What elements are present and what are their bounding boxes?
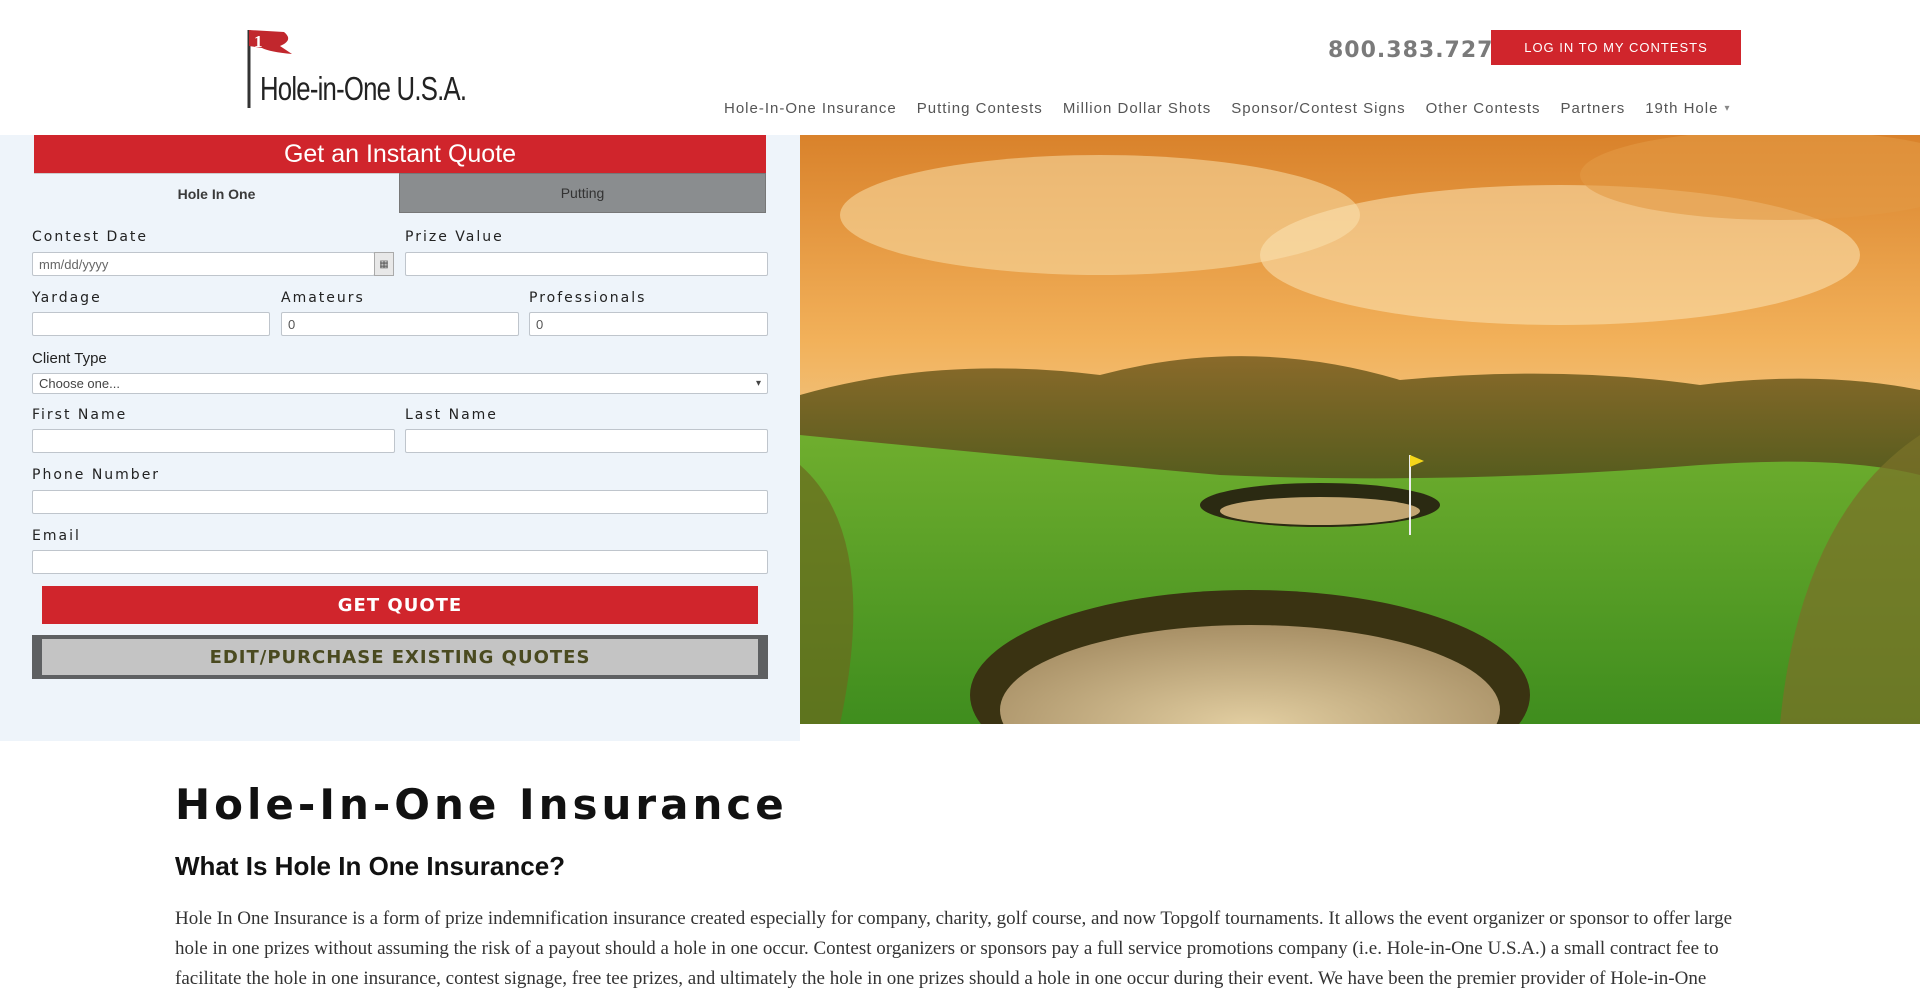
quote-panel: Get an Instant Quote Hole In One Putting… <box>0 135 800 741</box>
hero-golf-image <box>800 135 1920 724</box>
amateurs-input[interactable] <box>281 312 519 336</box>
tab-hole-in-one[interactable]: Hole In One <box>34 173 399 213</box>
first-name-input[interactable] <box>32 429 395 453</box>
email-label: Email <box>32 528 81 544</box>
client-type-selected: Choose one... <box>39 376 120 391</box>
yardage-label: Yardage <box>32 290 102 306</box>
main-nav: Hole-In-One Insurance Putting Contests M… <box>714 100 1740 117</box>
professionals-label: Professionals <box>529 290 647 306</box>
phone-label: Phone Number <box>32 467 161 483</box>
nav-19th-hole[interactable]: 19th Hole ▾ <box>1635 100 1740 117</box>
prize-value-label: Prize Value <box>405 229 504 245</box>
phone-number[interactable]: 800.383.7273 <box>1328 38 1510 63</box>
amateurs-label: Amateurs <box>281 290 365 306</box>
last-name-input[interactable] <box>405 429 768 453</box>
nav-million-dollar-shots[interactable]: Million Dollar Shots <box>1053 100 1221 117</box>
nav-label: Sponsor/Contest Signs <box>1231 100 1406 117</box>
site-header: 1 Hole-in-One U.S.A. 800.383.7273 LOG IN… <box>0 0 1920 135</box>
edit-quotes-wrapper: EDIT/PURCHASE EXISTING QUOTES <box>32 635 768 679</box>
main-content: Hole-In-One Insurance What Is Hole In On… <box>175 780 1745 993</box>
chevron-down-icon: ▾ <box>1724 103 1731 114</box>
nav-putting-contests[interactable]: Putting Contests <box>907 100 1053 117</box>
calendar-icon[interactable]: ▦ <box>374 252 394 276</box>
client-type-label: Client Type <box>32 350 107 367</box>
yardage-input[interactable] <box>32 312 270 336</box>
nav-label: Hole-In-One Insurance <box>724 100 897 117</box>
section-heading: What Is Hole In One Insurance? <box>175 851 566 881</box>
tab-putting[interactable]: Putting <box>399 173 766 213</box>
email-input[interactable] <box>32 550 768 574</box>
nav-other-contests[interactable]: Other Contests <box>1416 100 1551 117</box>
nav-label: Partners <box>1560 100 1626 117</box>
contest-date-label: Contest Date <box>32 229 149 245</box>
phone-input[interactable] <box>32 490 768 514</box>
first-name-label: First Name <box>32 407 128 423</box>
nav-label: Other Contests <box>1425 100 1541 117</box>
chevron-down-icon: ▾ <box>755 378 761 389</box>
prize-value-input[interactable] <box>405 252 768 276</box>
professionals-input[interactable] <box>529 312 768 336</box>
edit-purchase-quotes-button[interactable]: EDIT/PURCHASE EXISTING QUOTES <box>42 639 758 675</box>
quote-tabs: Hole In One Putting <box>34 173 766 213</box>
contest-date-input[interactable] <box>32 252 375 276</box>
svg-text:1: 1 <box>254 32 263 51</box>
site-logo[interactable]: 1 Hole-in-One U.S.A. <box>240 26 480 110</box>
client-type-select[interactable]: Choose one... ▾ <box>32 373 768 394</box>
intro-paragraph: Hole In One Insurance is a form of prize… <box>175 908 1733 989</box>
get-quote-button[interactable]: GET QUOTE <box>42 586 758 624</box>
nav-label: Million Dollar Shots <box>1062 100 1212 117</box>
logo-text: Hole-in-One U.S.A. <box>260 70 467 107</box>
nav-partners[interactable]: Partners <box>1551 100 1636 117</box>
golf-course-image <box>800 135 1920 724</box>
quote-title: Get an Instant Quote <box>34 135 766 173</box>
nav-hole-in-one-insurance[interactable]: Hole-In-One Insurance <box>714 100 907 117</box>
page-title: Hole-In-One Insurance <box>175 780 788 829</box>
last-name-label: Last Name <box>405 407 498 423</box>
login-contests-button[interactable]: LOG IN TO MY CONTESTS <box>1491 30 1741 65</box>
nav-label: 19th Hole <box>1645 100 1719 117</box>
nav-label: Putting Contests <box>916 100 1043 117</box>
nav-sponsor-contest-signs[interactable]: Sponsor/Contest Signs <box>1221 100 1415 117</box>
